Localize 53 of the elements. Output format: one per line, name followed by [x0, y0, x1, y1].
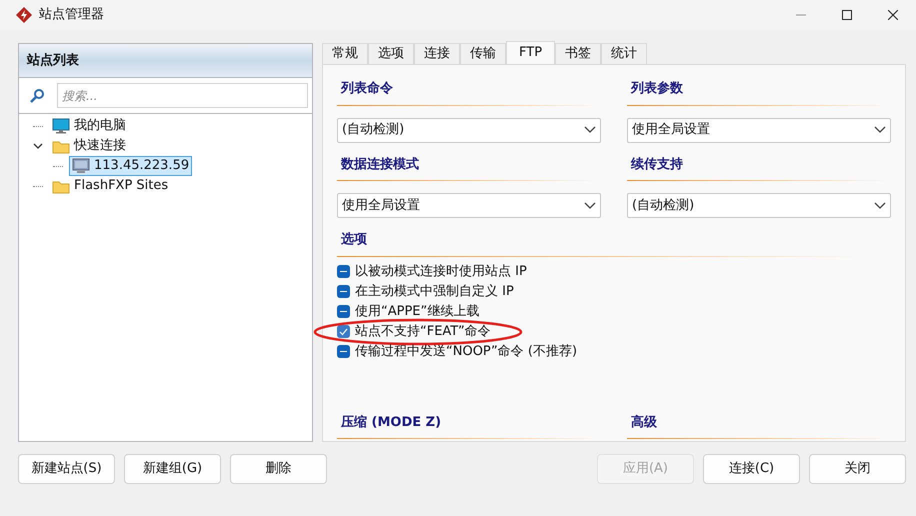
chevron-down-icon [584, 126, 596, 134]
option-label: 使用“APPE”继续上载 [355, 302, 480, 321]
section-title: 选项 [340, 231, 368, 249]
chevron-down-icon [584, 202, 596, 210]
tree-item[interactable]: 快速连接 [49, 136, 129, 156]
tree-item[interactable]: FlashFXP Sites [49, 176, 172, 196]
section-title: 压缩 (MODE Z) [340, 414, 442, 432]
dropdown[interactable]: (自动检测) [627, 193, 891, 218]
folder-icon [52, 178, 70, 194]
tab[interactable]: 传输 [460, 43, 506, 64]
tab[interactable]: 连接 [414, 43, 460, 64]
dialog-button[interactable]: 新建站点(S) [18, 454, 115, 484]
search-icon [29, 88, 45, 104]
dialog-button[interactable]: 关闭 [809, 454, 906, 484]
window-title: 站点管理器 [39, 6, 104, 24]
tree-item[interactable]: 我的电脑 [49, 116, 129, 136]
tab[interactable]: FTP [506, 41, 556, 64]
section-title: 高级 [630, 414, 658, 432]
checkbox[interactable] [337, 305, 350, 318]
dropdown[interactable]: 使用全局设置 [337, 193, 601, 218]
dropdown[interactable]: 使用全局设置 [627, 118, 891, 142]
option-label: 以被动模式连接时使用站点 IP [355, 262, 527, 281]
monitor-icon [72, 158, 90, 174]
checkbox[interactable] [337, 285, 350, 298]
chevron-down-icon [874, 202, 886, 210]
checkbox[interactable] [337, 265, 350, 278]
monitor-icon [52, 118, 70, 134]
tab[interactable]: 统计 [601, 43, 648, 64]
checkbox[interactable] [337, 345, 350, 358]
dialog-button[interactable]: 删除 [230, 454, 327, 484]
section-title: 续传支持 [630, 156, 684, 174]
tab[interactable]: 常规 [322, 43, 368, 64]
checkbox[interactable] [337, 325, 350, 338]
folder-icon [52, 138, 70, 154]
option-label: 站点不支持“FEAT”命令 [355, 322, 491, 341]
tab[interactable]: 书签 [555, 43, 602, 64]
tab[interactable]: 选项 [368, 43, 414, 64]
expand-icon[interactable] [33, 142, 43, 150]
maximize-icon[interactable] [842, 10, 852, 20]
section-title: 列表命令 [340, 80, 394, 98]
dropdown[interactable]: (自动检测) [337, 118, 601, 142]
option-label: 传输过程中发送“NOOP”命令 (不推荐) [355, 342, 578, 361]
section-title: 列表参数 [630, 80, 684, 98]
close-icon[interactable] [888, 10, 898, 20]
dialog-button[interactable]: 连接(C) [703, 454, 800, 484]
app-logo-icon [15, 6, 33, 24]
option-label: 在主动模式中强制自定义 IP [355, 282, 514, 301]
tree-item[interactable]: 113.45.223.59 [69, 156, 192, 176]
section-title: 数据连接模式 [340, 156, 420, 174]
dialog-button[interactable]: 新建组(G) [124, 454, 221, 484]
panel-title: 站点列表 [27, 52, 79, 70]
chevron-down-icon [874, 126, 886, 134]
search-field[interactable]: 搜索... [57, 83, 308, 108]
